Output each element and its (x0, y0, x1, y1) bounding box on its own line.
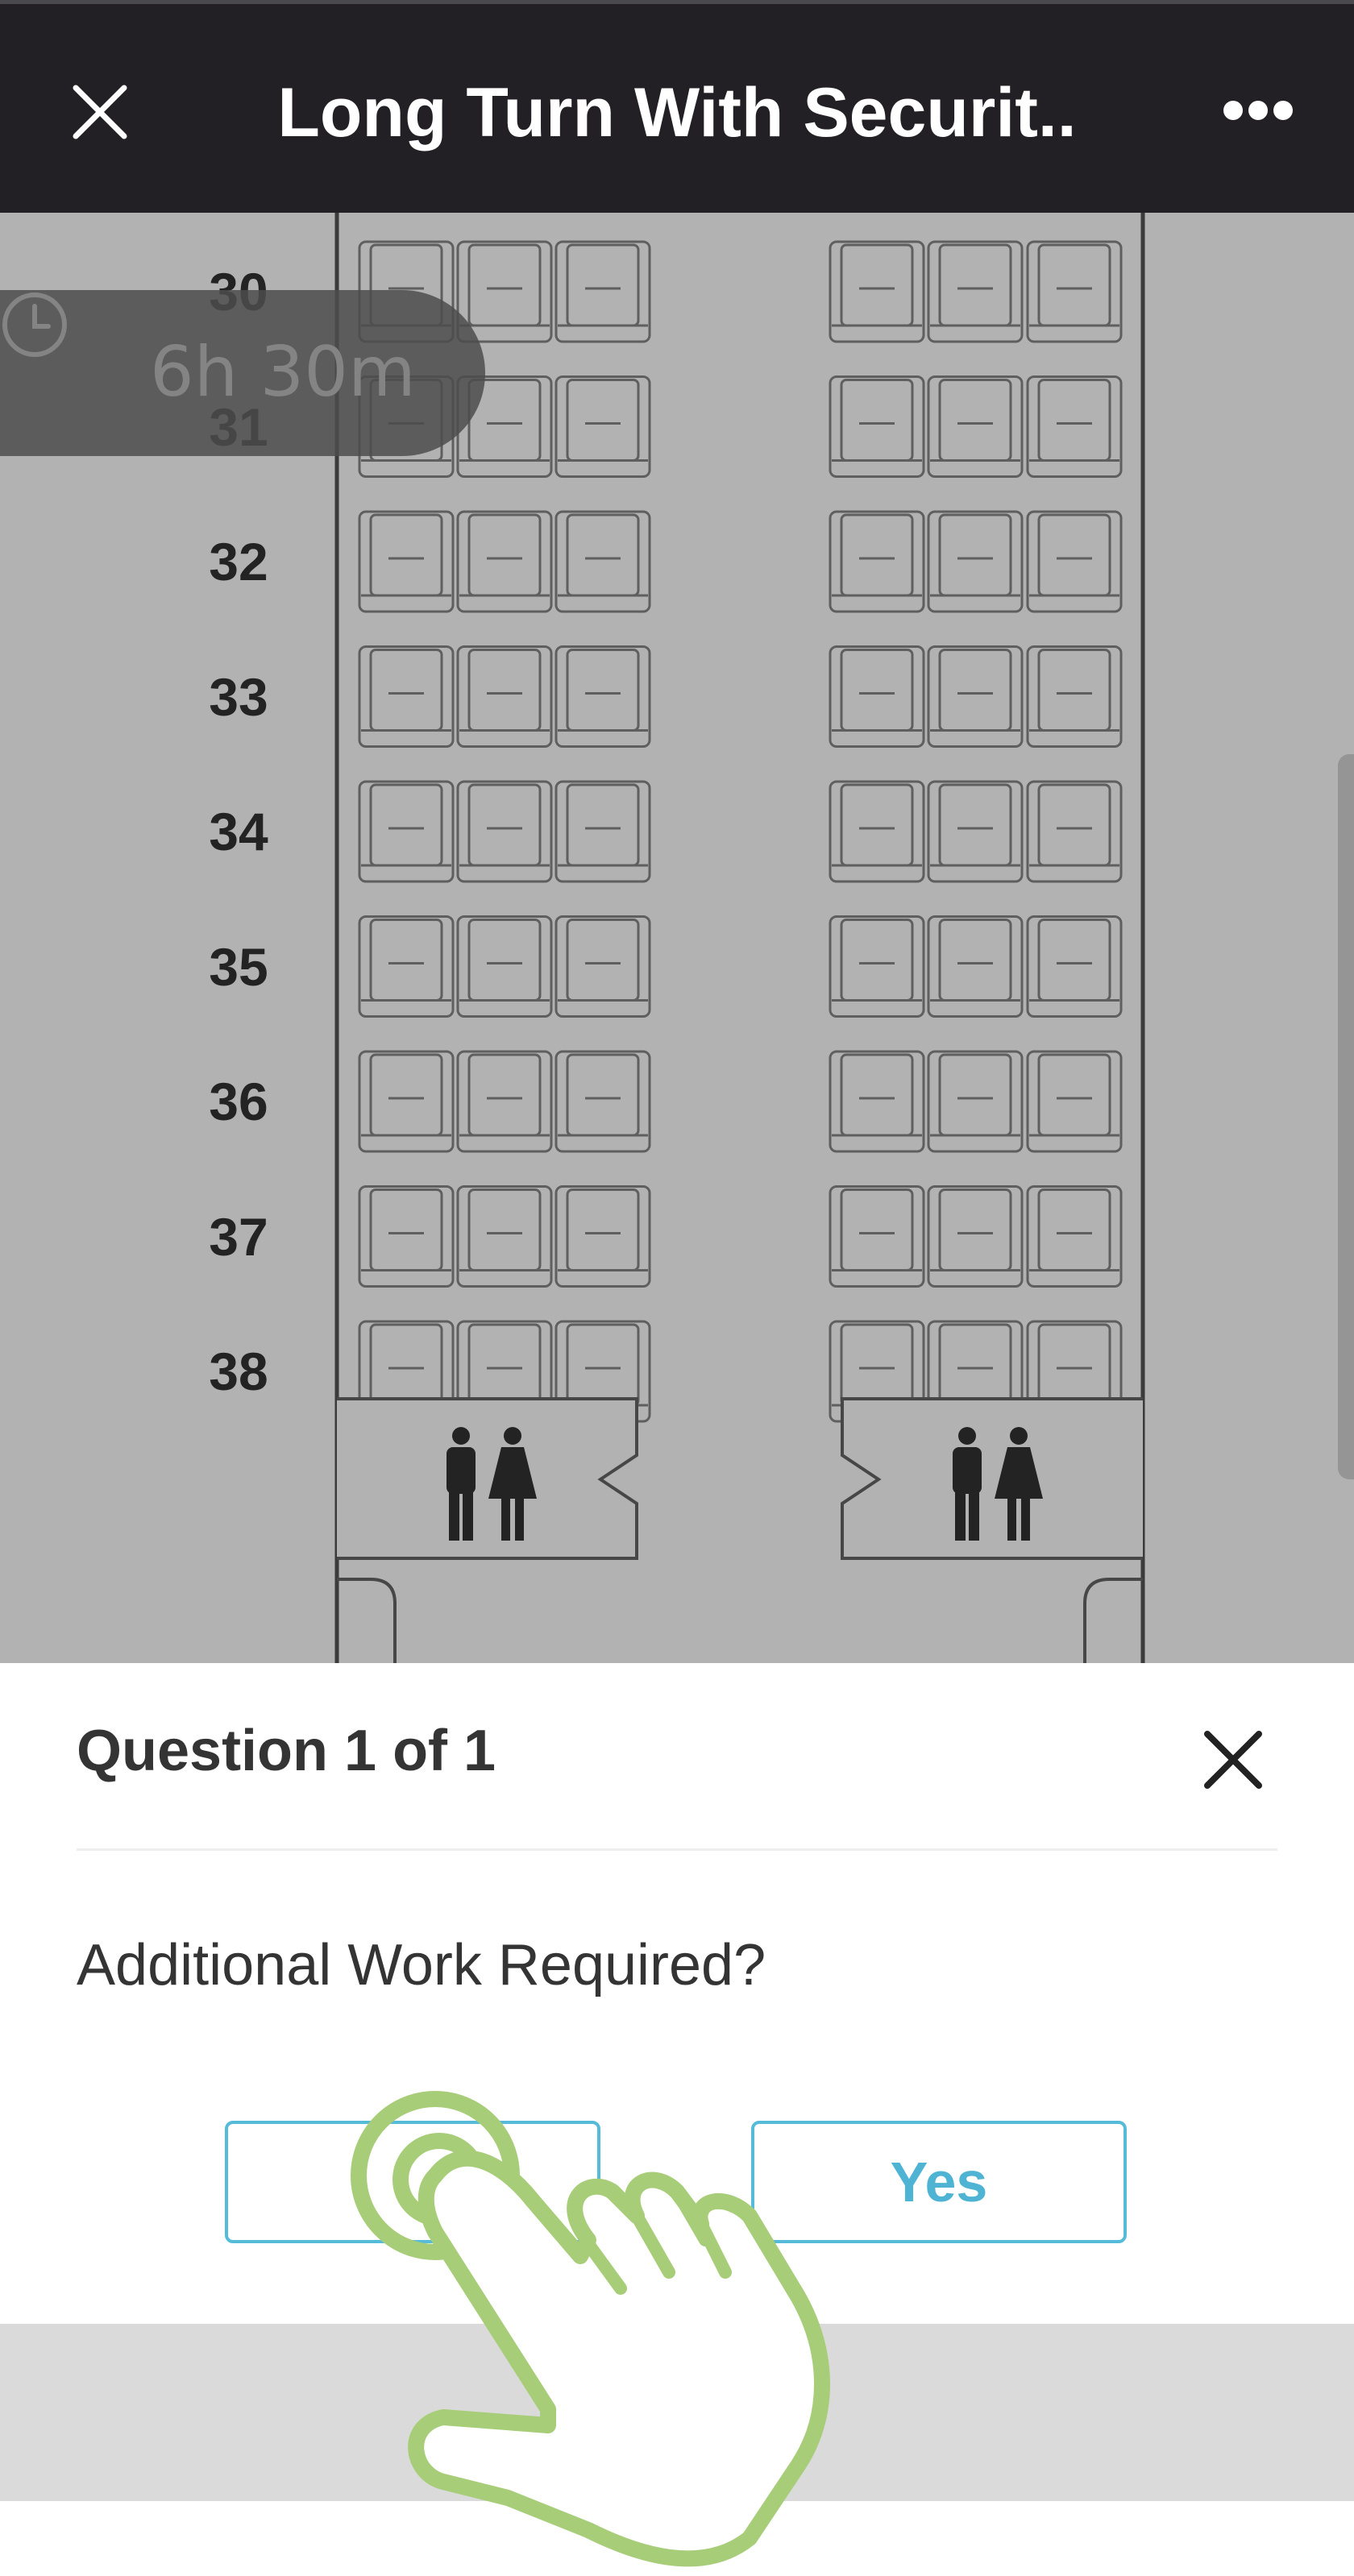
modal-backdrop[interactable] (0, 213, 1354, 1663)
close-icon[interactable] (1201, 1728, 1265, 1792)
close-icon[interactable] (71, 83, 129, 141)
seat-map[interactable]: 303132333435363738 6h 30m (0, 213, 1354, 1663)
answer-yes-button[interactable]: Yes (751, 2121, 1127, 2243)
question-text: Additional Work Required? (77, 1933, 766, 1997)
divider (77, 1848, 1277, 1851)
question-counter: Question 1 of 1 (77, 1719, 496, 1783)
page-title: Long Turn With Securit.. (277, 74, 1077, 151)
submit-button[interactable]: Submit (0, 2324, 1354, 2501)
more-horizontal-icon[interactable] (1222, 94, 1294, 127)
answer-no-button[interactable] (225, 2121, 600, 2243)
question-panel: Question 1 of 1 Additional Work Required… (0, 1663, 1354, 2576)
app-header: Long Turn With Securit.. (0, 0, 1354, 213)
